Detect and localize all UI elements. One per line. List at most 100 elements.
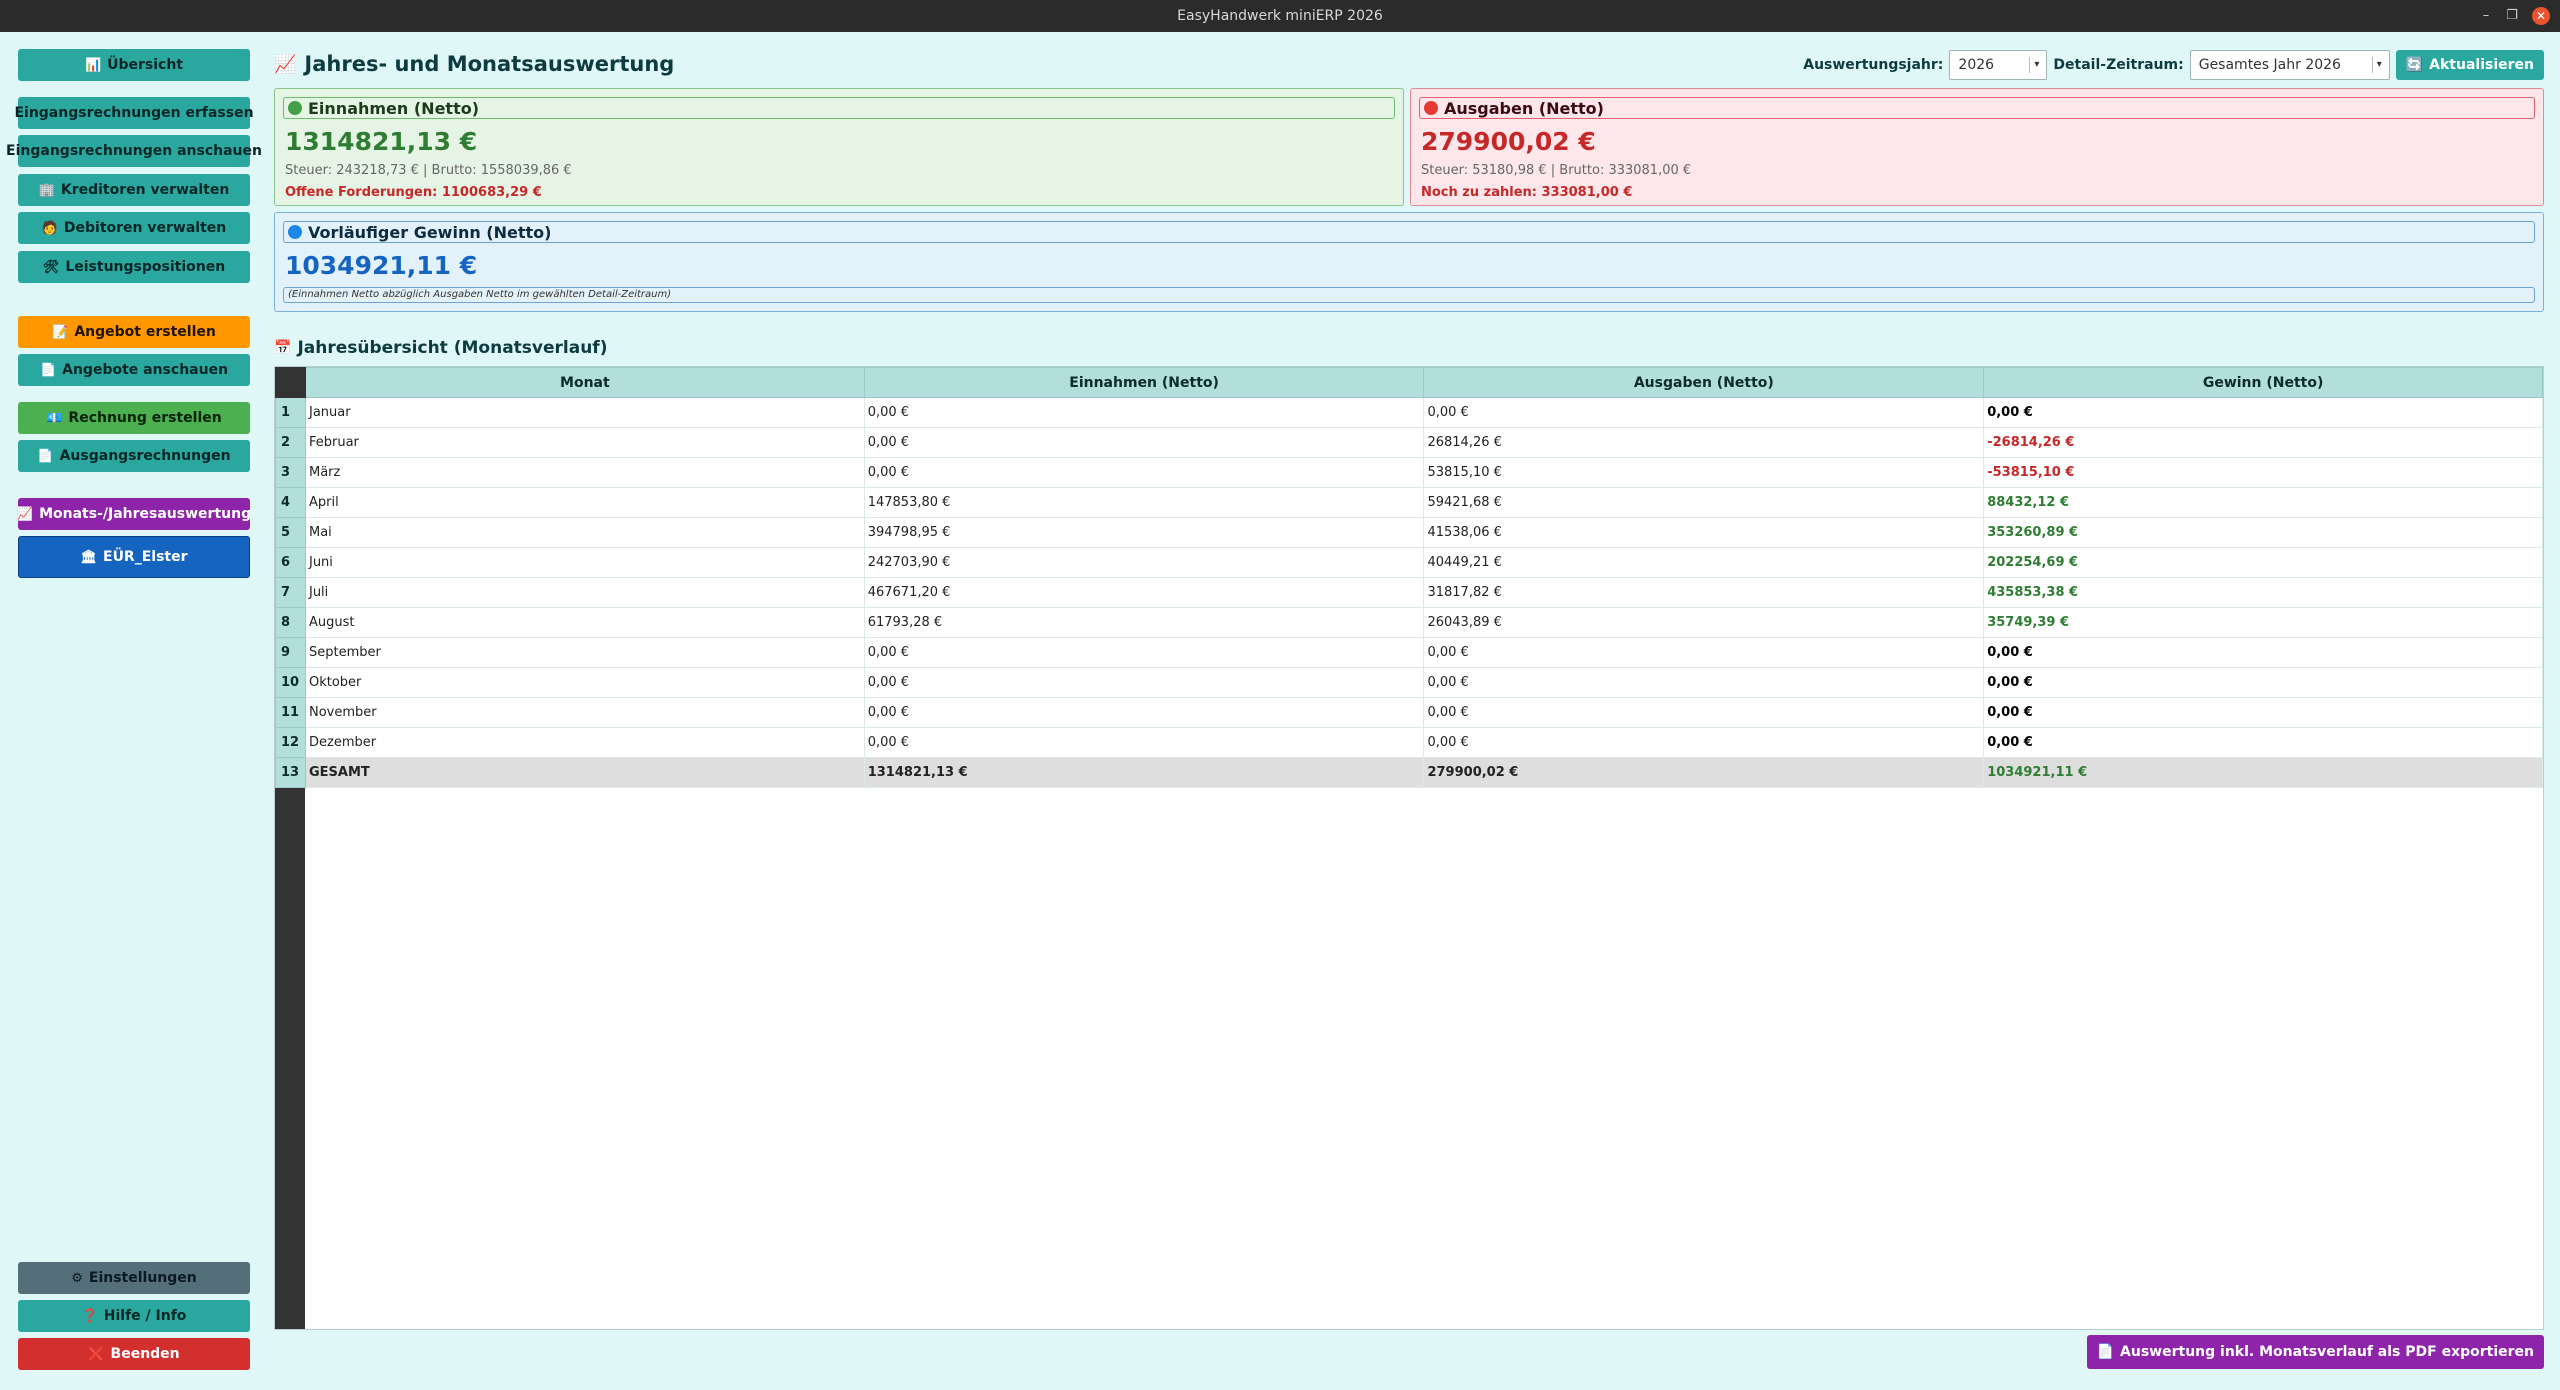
table-row[interactable]: 11 November 0,00 €0,00 €0,00 €	[275, 697, 2543, 728]
income-card: Einnahmen (Netto) 1314821,13 € Steuer: 2…	[274, 88, 1404, 206]
month-table-grid: Monat Einnahmen (Netto) Ausgaben (Netto)…	[275, 367, 2543, 788]
close-icon[interactable]: ✕	[2532, 7, 2550, 25]
cell-expense: 0,00 €	[1423, 637, 1985, 668]
table-row[interactable]: 4 April 147853,80 €59421,68 €88432,12 €	[275, 487, 2543, 518]
range-select[interactable]: Gesamtes Jahr 2026 ▾	[2189, 50, 2390, 80]
nav-kreditoren-button[interactable]: 🏢 Kreditoren verwalten	[18, 174, 250, 206]
window-titlebar: EasyHandwerk miniERP 2026 – ❐ ✕	[0, 0, 2560, 32]
table-row[interactable]: 12 Dezember 0,00 €0,00 €0,00 €	[275, 727, 2543, 758]
cell-month: November	[304, 697, 865, 728]
chevron-down-icon: ▾	[2029, 57, 2043, 73]
month-table: Monat Einnahmen (Netto) Ausgaben (Netto)…	[274, 366, 2544, 1330]
money-icon: 💶	[46, 410, 63, 426]
table-row[interactable]: 6 Juni 242703,90 €40449,21 €202254,69 €	[275, 547, 2543, 578]
year-select-value: 2026	[1958, 57, 1995, 73]
payables-due: Noch zu zahlen: 333081,00 €	[1421, 185, 1633, 200]
minimize-icon[interactable]: –	[2478, 8, 2494, 24]
cell-income: 1314821,13 €	[863, 757, 1425, 788]
table-row[interactable]: 7 Juli 467671,20 €31817,82 €435853,38 €	[275, 577, 2543, 608]
year-select[interactable]: 2026 ▾	[1949, 50, 2048, 80]
nav-label: Angebote anschauen	[62, 362, 229, 378]
range-select-value: Gesamtes Jahr 2026	[2198, 57, 2341, 73]
table-row[interactable]: 10 Oktober 0,00 €0,00 €0,00 €	[275, 667, 2543, 698]
blue-dot-icon	[288, 225, 302, 239]
cell-month: August	[304, 607, 865, 638]
cell-month: Juni	[304, 547, 865, 578]
nav-quit-button[interactable]: ❌ Beenden	[18, 1338, 250, 1370]
cell-month: Oktober	[304, 667, 865, 698]
document-icon: 📄	[37, 448, 54, 464]
cell-income: 467671,20 €	[863, 577, 1425, 608]
nav-angebote-anschauen-button[interactable]: 📄 Angebote anschauen	[18, 354, 250, 386]
cell-profit: 1034921,11 €	[1983, 757, 2543, 788]
table-row[interactable]: 8 August 61793,28 €26043,89 €35749,39 €	[275, 607, 2543, 638]
nav-label: Rechnung erstellen	[68, 410, 222, 426]
cell-month: Februar	[304, 427, 865, 458]
table-row[interactable]: 13 GESAMT 1314821,13 €279900,02 €1034921,1…	[275, 757, 2543, 788]
memo-icon: 📝	[52, 324, 69, 340]
cell-month: März	[304, 457, 865, 488]
cell-profit: 0,00 €	[1983, 637, 2543, 668]
nav-ausgangsrechnungen-button[interactable]: 📄 Ausgangsrechnungen	[18, 440, 250, 472]
income-card-header: Einnahmen (Netto)	[283, 97, 1395, 119]
nav-label: EÜR_Elster	[103, 549, 188, 565]
gear-icon: ⚙	[71, 1270, 83, 1286]
row-number: 10	[275, 667, 306, 698]
nav-leistungspositionen-button[interactable]: 🛠 Leistungspositionen	[18, 251, 250, 283]
cell-profit: 0,00 €	[1983, 667, 2543, 698]
col-header-month[interactable]: Monat	[304, 367, 865, 398]
row-number: 12	[275, 727, 306, 758]
cell-profit: 0,00 €	[1983, 397, 2543, 428]
nav-debitoren-button[interactable]: 🧑 Debitoren verwalten	[18, 212, 250, 244]
page-title-text: Jahres- und Monatsauswertung	[304, 52, 675, 76]
col-header-expense[interactable]: Ausgaben (Netto)	[1423, 367, 1985, 398]
export-pdf-button[interactable]: 📄 Auswertung inkl. Monatsverlauf als PDF…	[2086, 1335, 2544, 1369]
nav-overview-button[interactable]: 📊 Übersicht	[18, 49, 250, 81]
nav-eingang-anschauen-button[interactable]: Eingangsrechnungen anschauen	[6, 135, 262, 167]
nav-label: Ausgangsrechnungen	[59, 448, 231, 464]
header-controls: Auswertungsjahr: 2026 ▾ Detail-Zeitraum:…	[1803, 50, 2544, 80]
refresh-button[interactable]: 🔄 Aktualisieren	[2395, 50, 2544, 80]
profit-card: Vorläufiger Gewinn (Netto) 1034921,11 € …	[274, 212, 2544, 312]
nav-label: Einstellungen	[88, 1270, 197, 1286]
nav-eur-elster-button[interactable]: 🏛 EÜR_Elster	[18, 536, 250, 578]
nav-help-button[interactable]: ❓ Hilfe / Info	[18, 1300, 250, 1332]
cell-income: 61793,28 €	[863, 607, 1425, 638]
cell-income: 242703,90 €	[863, 547, 1425, 578]
row-number: 2	[275, 427, 306, 458]
table-row[interactable]: 9 September 0,00 €0,00 €0,00 €	[275, 637, 2543, 668]
row-number: 4	[275, 487, 306, 518]
row-number: 5	[275, 517, 306, 548]
open-receivables: Offene Forderungen: 1100683,29 €	[285, 185, 542, 200]
row-number: 13	[275, 757, 306, 788]
cell-month: Juli	[304, 577, 865, 608]
nav-settings-button[interactable]: ⚙ Einstellungen	[18, 1262, 250, 1294]
cell-month: Januar	[304, 397, 865, 428]
maximize-icon[interactable]: ❐	[2504, 8, 2520, 24]
cell-expense: 41538,06 €	[1423, 517, 1985, 548]
cell-profit: -26814,26 €	[1983, 427, 2543, 458]
nav-rechnung-erstellen-button[interactable]: 💶 Rechnung erstellen	[18, 402, 250, 434]
nav-eingang-erfassen-button[interactable]: Eingangsrechnungen erfassen	[14, 97, 254, 129]
nav-angebot-erstellen-button[interactable]: 📝 Angebot erstellen	[18, 316, 250, 348]
table-row[interactable]: 3 März 0,00 €53815,10 € -53815,10 €	[275, 457, 2543, 488]
table-row[interactable]: 5 Mai 394798,95 €41538,06 €353260,89 €	[275, 517, 2543, 548]
row-number: 11	[275, 697, 306, 728]
col-header-profit[interactable]: Gewinn (Netto)	[1983, 367, 2543, 398]
tools-icon: 🛠	[42, 259, 60, 275]
income-title: Einnahmen (Netto)	[308, 98, 480, 118]
table-row[interactable]: 2 Februar 0,00 €26814,26 € -26814,26 €	[275, 427, 2543, 458]
expense-card-header: Ausgaben (Netto)	[1419, 97, 2535, 119]
nav-label: Angebot erstellen	[74, 324, 216, 340]
calendar-icon: 📅	[274, 340, 292, 356]
row-number: 8	[275, 607, 306, 638]
green-dot-icon	[288, 101, 302, 115]
table-row[interactable]: 1 Januar 0,00 €0,00 €0,00 €	[275, 397, 2543, 428]
cell-expense: 0,00 €	[1423, 727, 1985, 758]
nav-label: Eingangsrechnungen anschauen	[6, 143, 262, 159]
cell-income: 0,00 €	[863, 457, 1425, 488]
nav-auswertung-button[interactable]: 📈 Monats-/Jahresauswertung	[16, 498, 251, 530]
chart-icon: 📈	[16, 506, 34, 522]
col-header-income[interactable]: Einnahmen (Netto)	[863, 367, 1425, 398]
nav-label: Eingangsrechnungen erfassen	[14, 105, 254, 121]
